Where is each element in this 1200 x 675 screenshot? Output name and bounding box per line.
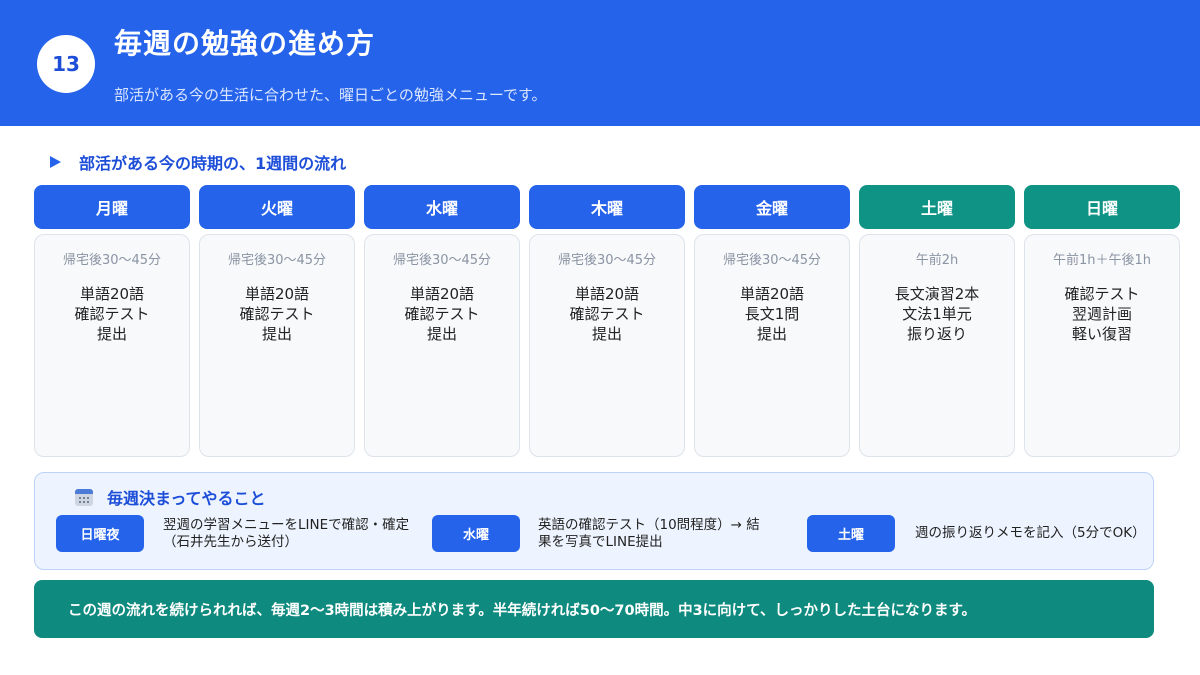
routine-tag: 土曜 bbox=[807, 515, 895, 552]
day-item: 単語20語 bbox=[739, 285, 805, 303]
day-column-thursday: 木曜 帰宅後30〜45分 単語20語 確認テスト 提出 bbox=[529, 185, 685, 457]
day-header: 火曜 bbox=[199, 185, 355, 229]
day-item: 確認テスト bbox=[404, 305, 480, 323]
day-column-sunday: 日曜 午前1h＋午後1h 確認テスト 翌週計画 軽い復習 bbox=[1024, 185, 1180, 457]
routine-text: 英語の確認テスト（10問程度）→ 結 果を写真でLINE提出 bbox=[538, 517, 798, 551]
day-item: 提出 bbox=[591, 325, 622, 343]
day-header: 水曜 bbox=[364, 185, 520, 229]
day-time: 帰宅後30〜45分 bbox=[557, 253, 657, 268]
routine-text: 週の振り返りメモを記入（5分でOK） bbox=[915, 525, 1147, 542]
day-item: 単語20語 bbox=[409, 285, 475, 303]
page-subtitle: 部活がある今の生活に合わせた、曜日ごとの勉強メニューです。 bbox=[114, 86, 547, 104]
day-item: 翌週計画 bbox=[1071, 305, 1132, 323]
weekly-routine-heading: 毎週決まってやること bbox=[75, 485, 266, 509]
section-heading-text: 部活がある今の時期の、1週間の流れ bbox=[79, 154, 347, 173]
routine-tag: 水曜 bbox=[432, 515, 520, 552]
day-item: 提出 bbox=[756, 325, 787, 343]
day-item: 確認テスト bbox=[239, 305, 315, 323]
day-item: 確認テスト bbox=[74, 305, 150, 323]
section-heading: 部活がある今の時期の、1週間の流れ bbox=[50, 150, 346, 174]
routine-text: 翌週の学習メニューをLINEで確認・確定 （石井先生から送付） bbox=[163, 517, 423, 551]
day-time: 帰宅後30〜45分 bbox=[227, 253, 327, 268]
day-item: 確認テスト bbox=[569, 305, 645, 323]
day-header: 日曜 bbox=[1024, 185, 1180, 229]
day-item: 確認テスト bbox=[1064, 285, 1140, 303]
day-header: 木曜 bbox=[529, 185, 685, 229]
routine-text-line: 週の振り返りメモを記入（5分でOK） bbox=[915, 525, 1146, 541]
routine-text-line: 英語の確認テスト（10問程度）→ 結 bbox=[538, 517, 760, 533]
day-item: 提出 bbox=[426, 325, 457, 343]
day-item: 提出 bbox=[261, 325, 292, 343]
day-card: 帰宅後30〜45分 単語20語 確認テスト 提出 bbox=[199, 234, 355, 457]
weekly-routine-title: 毎週決まってやること bbox=[107, 489, 266, 508]
routine-tag: 日曜夜 bbox=[56, 515, 144, 552]
day-column-saturday: 土曜 午前2h 長文演習2本 文法1単元 振り返り bbox=[859, 185, 1015, 457]
page-title: 毎週の勉強の進め方 bbox=[114, 27, 376, 60]
day-item: 文法1単元 bbox=[902, 305, 972, 323]
day-time: 帰宅後30〜45分 bbox=[722, 253, 822, 268]
routine-text-line: 翌週の学習メニューをLINEで確認・確定 bbox=[163, 517, 410, 533]
weekly-routine-panel: 毎週決まってやること 日曜夜 翌週の学習メニューをLINEで確認・確定 （石井先… bbox=[34, 472, 1154, 570]
day-card: 帰宅後30〜45分 単語20語 長文1問 提出 bbox=[694, 234, 850, 457]
day-item: 振り返り bbox=[906, 325, 967, 343]
day-column-tuesday: 火曜 帰宅後30〜45分 単語20語 確認テスト 提出 bbox=[199, 185, 355, 457]
summary-text: この週の流れを続けられれば、毎週2〜3時間は積み上がります。半年続ければ50〜7… bbox=[68, 602, 976, 619]
day-item: 提出 bbox=[96, 325, 127, 343]
day-header: 月曜 bbox=[34, 185, 190, 229]
day-card: 帰宅後30〜45分 単語20語 確認テスト 提出 bbox=[34, 234, 190, 457]
day-item: 単語20語 bbox=[79, 285, 145, 303]
day-time: 帰宅後30〜45分 bbox=[62, 253, 162, 268]
day-header: 土曜 bbox=[859, 185, 1015, 229]
day-time: 午前1h＋午後1h bbox=[1052, 253, 1152, 268]
day-item: 単語20語 bbox=[574, 285, 640, 303]
day-card: 午前1h＋午後1h 確認テスト 翌週計画 軽い復習 bbox=[1024, 234, 1180, 457]
calendar-icon bbox=[75, 488, 93, 506]
day-column-monday: 月曜 帰宅後30〜45分 単語20語 確認テスト 提出 bbox=[34, 185, 190, 457]
summary-banner: この週の流れを続けられれば、毎週2〜3時間は積み上がります。半年続ければ50〜7… bbox=[34, 580, 1154, 638]
day-card: 帰宅後30〜45分 単語20語 確認テスト 提出 bbox=[529, 234, 685, 457]
day-item: 長文演習2本 bbox=[894, 285, 980, 303]
day-time: 午前2h bbox=[915, 253, 959, 268]
day-column-wednesday: 水曜 帰宅後30〜45分 単語20語 確認テスト 提出 bbox=[364, 185, 520, 457]
day-item: 軽い復習 bbox=[1071, 325, 1132, 343]
triangle-right-icon bbox=[50, 156, 61, 168]
day-card: 午前2h 長文演習2本 文法1単元 振り返り bbox=[859, 234, 1015, 457]
day-item: 単語20語 bbox=[244, 285, 310, 303]
routine-text-line: 果を写真でLINE提出 bbox=[538, 534, 663, 550]
slide-number-badge: 13 bbox=[37, 35, 95, 93]
day-card: 帰宅後30〜45分 単語20語 確認テスト 提出 bbox=[364, 234, 520, 457]
header-banner: 13 毎週の勉強の進め方 部活がある今の生活に合わせた、曜日ごとの勉強メニューで… bbox=[0, 0, 1200, 126]
routine-text-line: （石井先生から送付） bbox=[163, 534, 298, 550]
day-time: 帰宅後30〜45分 bbox=[392, 253, 492, 268]
day-item: 長文1問 bbox=[744, 305, 800, 323]
day-column-friday: 金曜 帰宅後30〜45分 単語20語 長文1問 提出 bbox=[694, 185, 850, 457]
day-header: 金曜 bbox=[694, 185, 850, 229]
